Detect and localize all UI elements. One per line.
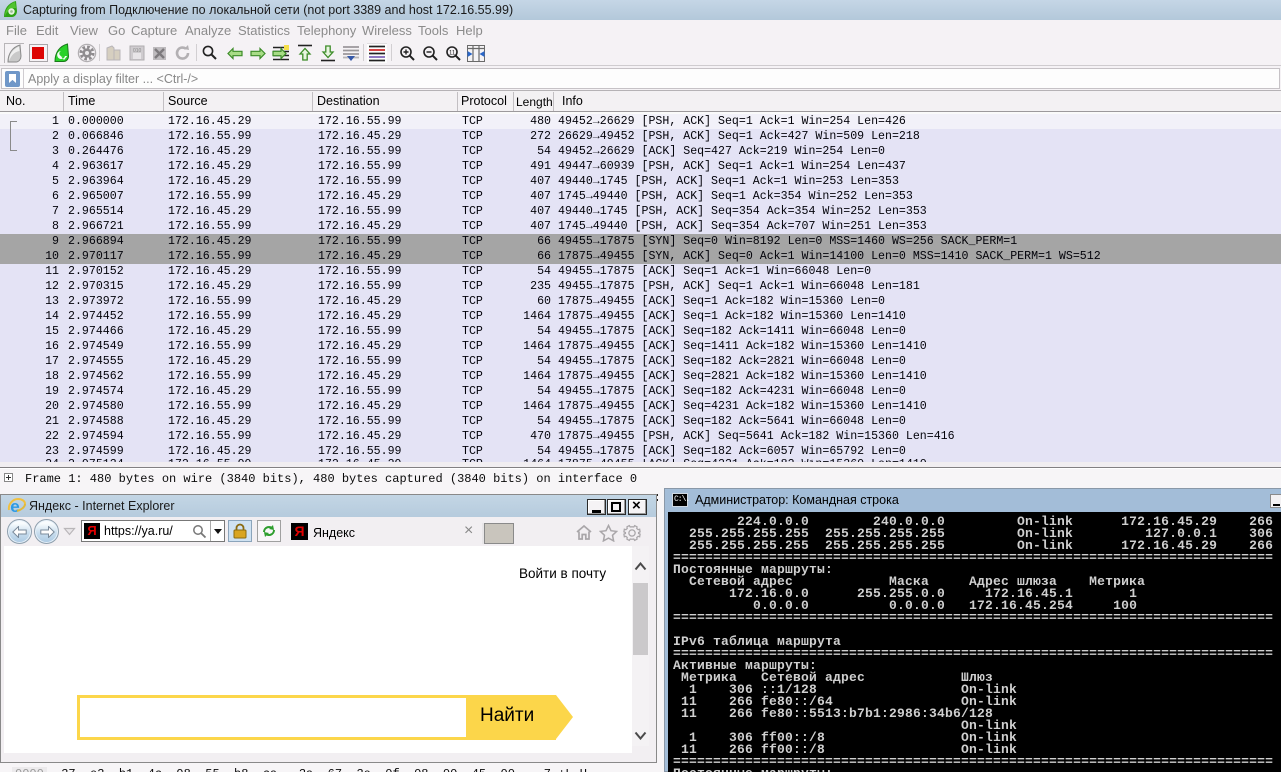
svg-text:010: 010 [133,48,142,54]
svg-text:11: 11 [449,51,456,57]
